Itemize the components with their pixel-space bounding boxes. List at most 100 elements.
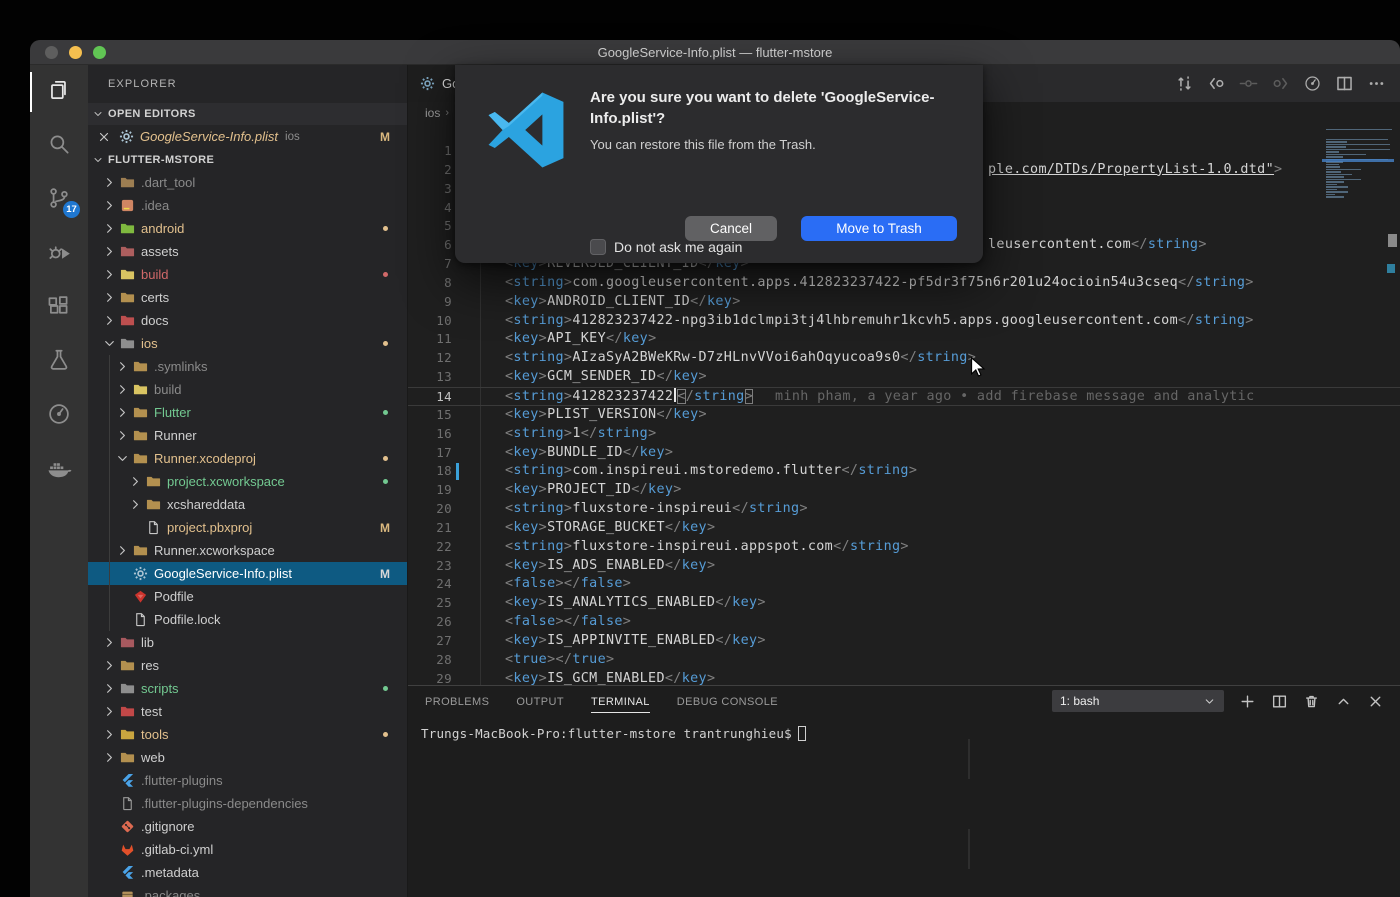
activity-item-docker[interactable] xyxy=(30,443,88,497)
tree-item-podfile-lock[interactable]: Podfile.lock xyxy=(88,608,407,631)
activity-item-source-control[interactable]: 17 xyxy=(30,173,88,227)
code-line-9[interactable]: 9 <key>ANDROID_CLIENT_ID</key> xyxy=(408,293,1400,312)
tree-item--gitlab-ci-yml[interactable]: .gitlab-ci.yml xyxy=(88,838,407,861)
open-editor-item[interactable]: GoogleService-Info.plist ios M xyxy=(88,125,407,148)
code-line-27[interactable]: 27 <key>IS_APPINVITE_ENABLED</key> xyxy=(408,632,1400,651)
chevron-right-icon[interactable] xyxy=(102,221,117,236)
chevron-right-icon[interactable] xyxy=(102,175,117,190)
tree-item-project-xcworkspace[interactable]: project.xcworkspace xyxy=(88,470,407,493)
code-line-23[interactable]: 23 <key>IS_ADS_ENABLED</key> xyxy=(408,557,1400,576)
chevron-right-icon[interactable] xyxy=(102,658,117,673)
chevron-right-icon[interactable] xyxy=(115,359,130,374)
minimize-window-button[interactable] xyxy=(69,46,82,59)
tree-item-googleservice-info-plist[interactable]: GoogleService-Info.plist M xyxy=(88,562,407,585)
panel-tab-debug-console[interactable]: DEBUG CONSOLE xyxy=(677,690,778,713)
tree-item-flutter[interactable]: Flutter xyxy=(88,401,407,424)
chevron-right-icon[interactable] xyxy=(102,198,117,213)
activity-item-search[interactable] xyxy=(30,119,88,173)
close-panel-icon[interactable] xyxy=(1367,693,1384,710)
title-bar[interactable]: GoogleService-Info.plist — flutter-mstor… xyxy=(30,40,1400,65)
kill-terminal-icon[interactable] xyxy=(1303,693,1320,710)
panel-tab-output[interactable]: OUTPUT xyxy=(516,690,564,713)
chevron-right-icon[interactable] xyxy=(102,290,117,305)
code-line-25[interactable]: 25 <key>IS_ANALYTICS_ENABLED</key> xyxy=(408,594,1400,613)
tree-item--metadata[interactable]: .metadata xyxy=(88,861,407,884)
activity-item-extensions[interactable] xyxy=(30,281,88,335)
code-line-8[interactable]: 8 <string>com.googleusercontent.apps.4128… xyxy=(408,274,1400,293)
tree-item-build[interactable]: build xyxy=(88,378,407,401)
tree-item-scripts[interactable]: scripts xyxy=(88,677,407,700)
panel-tab-terminal[interactable]: TERMINAL xyxy=(590,690,650,713)
tree-item-assets[interactable]: assets xyxy=(88,240,407,263)
tree-item--dart-tool[interactable]: .dart_tool xyxy=(88,171,407,194)
tree-item-runner[interactable]: Runner xyxy=(88,424,407,447)
activity-item-run-debug[interactable] xyxy=(30,227,88,281)
code-line-28[interactable]: 28 <true></true> xyxy=(408,651,1400,670)
activity-item-gitlens[interactable] xyxy=(30,389,88,443)
compare-changes-icon[interactable] xyxy=(1175,74,1194,93)
cancel-button[interactable]: Cancel xyxy=(685,216,777,241)
chevron-right-icon[interactable] xyxy=(102,244,117,259)
activity-item-explorer[interactable] xyxy=(30,65,88,119)
code-line-24[interactable]: 24 <false></false> xyxy=(408,575,1400,594)
code-line-22[interactable]: 22 <string>fluxstore-inspireui.appspot.co… xyxy=(408,538,1400,557)
close-window-button[interactable] xyxy=(45,46,58,59)
chevron-right-icon[interactable] xyxy=(128,474,143,489)
code-line-12[interactable]: 12 <string>AIzaSyA2BWeKRw-D7zHLnvVVoi6ahO… xyxy=(408,349,1400,368)
chevron-right-icon[interactable] xyxy=(102,267,117,282)
terminal-shell-select[interactable]: 1: bash xyxy=(1052,690,1224,712)
tree-item-podfile[interactable]: Podfile xyxy=(88,585,407,608)
tree-item--idea[interactable]: .idea xyxy=(88,194,407,217)
tree-item--flutter-plugins-dependencies[interactable]: .flutter-plugins-dependencies xyxy=(88,792,407,815)
move-to-trash-button[interactable]: Move to Trash xyxy=(801,216,957,241)
previous-change-icon[interactable] xyxy=(1207,74,1226,93)
gitlens-icon[interactable] xyxy=(1303,74,1322,93)
chevron-right-icon[interactable] xyxy=(102,635,117,650)
tree-item--packages[interactable]: .packages xyxy=(88,884,407,897)
split-terminal-icon[interactable] xyxy=(1271,693,1288,710)
tree-item-project-pbxproj[interactable]: project.pbxproj M xyxy=(88,516,407,539)
tree-item-test[interactable]: test xyxy=(88,700,407,723)
code-line-26[interactable]: 26 <false></false> xyxy=(408,613,1400,632)
maximize-panel-icon[interactable] xyxy=(1335,693,1352,710)
workspace-root-header[interactable]: FLUTTER-MSTORE xyxy=(88,148,407,171)
tree-item-lib[interactable]: lib xyxy=(88,631,407,654)
chevron-right-icon[interactable] xyxy=(115,428,130,443)
code-line-20[interactable]: 20 <string>fluxstore-inspireui</string> xyxy=(408,500,1400,519)
code-line-11[interactable]: 11 <key>API_KEY</key> xyxy=(408,330,1400,349)
next-change-icon[interactable] xyxy=(1271,74,1290,93)
tree-item-tools[interactable]: tools xyxy=(88,723,407,746)
tree-item-res[interactable]: res xyxy=(88,654,407,677)
tree-item-android[interactable]: android xyxy=(88,217,407,240)
tree-item-xcshareddata[interactable]: xcshareddata xyxy=(88,493,407,516)
activity-item-testing[interactable] xyxy=(30,335,88,389)
chevron-right-icon[interactable] xyxy=(115,405,130,420)
chevron-right-icon[interactable] xyxy=(115,543,130,558)
do-not-ask-checkbox[interactable] xyxy=(590,239,606,255)
tree-item-docs[interactable]: docs xyxy=(88,309,407,332)
tree-item-runner-xcworkspace[interactable]: Runner.xcworkspace xyxy=(88,539,407,562)
chevron-down-icon[interactable] xyxy=(102,336,117,351)
code-line-16[interactable]: 16 <string>1</string> xyxy=(408,425,1400,444)
new-terminal-icon[interactable] xyxy=(1239,693,1256,710)
panel-tab-problems[interactable]: PROBLEMS xyxy=(425,690,489,713)
code-line-17[interactable]: 17 <key>BUNDLE_ID</key> xyxy=(408,444,1400,463)
chevron-right-icon[interactable] xyxy=(115,382,130,397)
chevron-right-icon[interactable] xyxy=(102,681,117,696)
open-editors-header[interactable]: OPEN EDITORS xyxy=(88,103,407,125)
tree-item-ios[interactable]: ios xyxy=(88,332,407,355)
more-actions-icon[interactable] xyxy=(1367,74,1386,93)
tree-item--gitignore[interactable]: .gitignore xyxy=(88,815,407,838)
breadcrumb-segment[interactable]: ios xyxy=(425,106,440,120)
tree-item-web[interactable]: web xyxy=(88,746,407,769)
minimap[interactable] xyxy=(1322,126,1394,199)
chevron-right-icon[interactable] xyxy=(102,313,117,328)
close-icon[interactable] xyxy=(97,130,111,144)
chevron-down-icon[interactable] xyxy=(115,451,130,466)
chevron-right-icon[interactable] xyxy=(102,750,117,765)
code-line-21[interactable]: 21 <key>STORAGE_BUCKET</key> xyxy=(408,519,1400,538)
chevron-right-icon[interactable] xyxy=(102,704,117,719)
chevron-right-icon[interactable] xyxy=(102,727,117,742)
tree-item--flutter-plugins[interactable]: .flutter-plugins xyxy=(88,769,407,792)
current-hunk-icon[interactable] xyxy=(1239,74,1258,93)
